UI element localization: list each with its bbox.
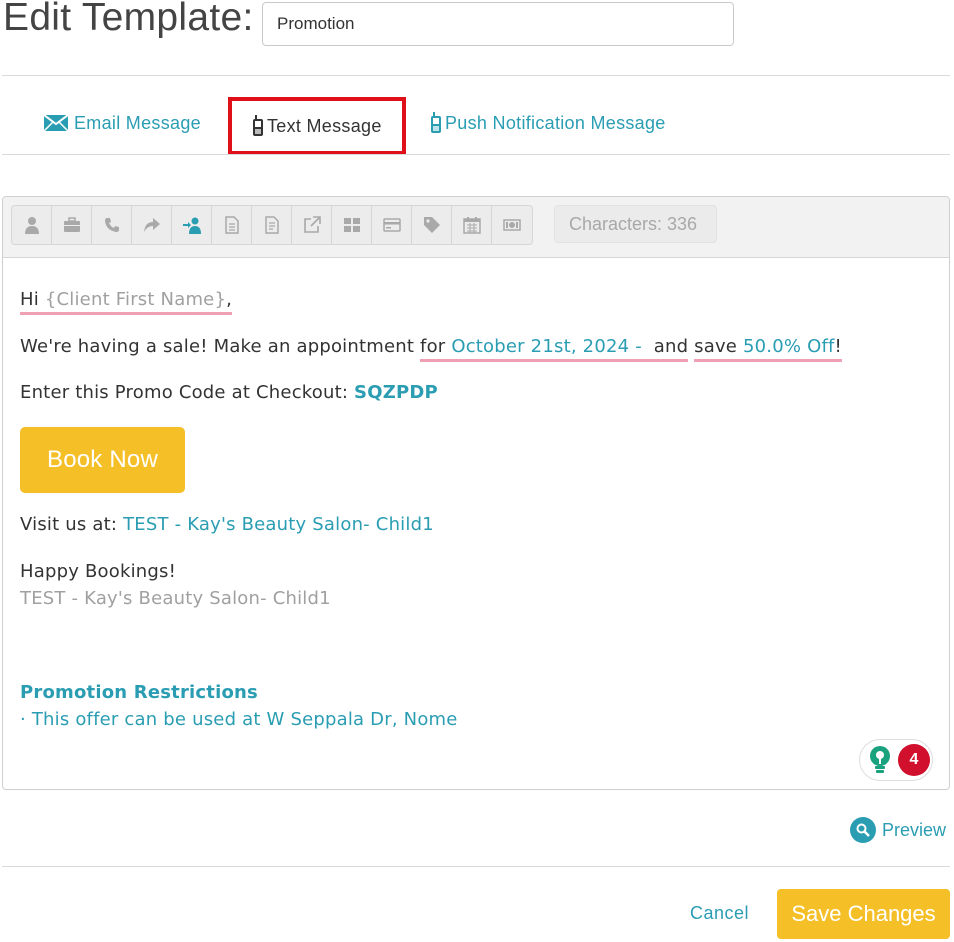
signature: TEST - Kay's Beauty Salon- Child1	[20, 588, 331, 609]
tab-email-message[interactable]: Email Message	[44, 103, 201, 143]
greeting-line: Hi {Client First Name},	[20, 289, 233, 315]
calendar-icon[interactable]	[452, 206, 492, 244]
character-count: Characters: 336	[554, 205, 717, 243]
save-changes-button[interactable]: Save Changes	[777, 889, 950, 939]
page-header: Edit Template:	[0, 0, 954, 60]
sale-text: We're having a sale! Make an appointment	[20, 336, 415, 357]
save-word: save	[694, 336, 738, 357]
tab-label: Text Message	[267, 115, 382, 136]
restriction-item: · This offer can be used at W Seppala Dr…	[20, 709, 458, 730]
and-word: and	[653, 336, 689, 357]
exclaim: !	[834, 336, 842, 357]
greeting-hi: Hi	[20, 289, 39, 310]
preview-label: Preview	[882, 819, 947, 840]
grid-icon[interactable]	[332, 206, 372, 244]
editor-toolbar: Characters: 336	[3, 197, 949, 258]
salon-link[interactable]: TEST - Kay's Beauty Salon- Child1	[123, 514, 434, 535]
greeting-comma: ,	[226, 289, 233, 310]
lightbulb-icon	[870, 746, 890, 773]
briefcase-icon[interactable]	[52, 206, 92, 244]
for-word: for	[420, 336, 446, 357]
page-title: Edit Template:	[3, 0, 254, 39]
restrictions-title: Promotion Restrictions	[20, 682, 258, 703]
tag-icon[interactable]	[412, 206, 452, 244]
user-icon[interactable]	[12, 206, 52, 244]
mobile-phone-icon	[252, 115, 264, 137]
visit-line: Visit us at: TEST - Kay's Beauty Salon- …	[20, 514, 434, 535]
preview-link[interactable]: Preview	[850, 817, 946, 843]
book-now-button[interactable]: Book Now	[20, 427, 185, 493]
promo-code: SQZPDP	[354, 382, 438, 403]
tab-push-notification-message[interactable]: Push Notification Message	[430, 103, 666, 143]
mobile-phone-icon	[430, 112, 442, 134]
document-icon[interactable]	[212, 206, 252, 244]
envelope-icon	[44, 115, 68, 131]
tab-text-message[interactable]: Text Message	[228, 97, 406, 155]
appointment-date: October 21st, 2024 -	[451, 336, 642, 357]
grammar-assistant-badge[interactable]: 4	[859, 739, 933, 781]
visit-label: Visit us at:	[20, 514, 118, 535]
promo-label: Enter this Promo Code at Checkout:	[20, 382, 349, 403]
happy-bookings: Happy Bookings!	[20, 561, 177, 582]
document-text-icon[interactable]	[252, 206, 292, 244]
sign-in-user-icon[interactable]	[172, 206, 212, 244]
cancel-button[interactable]: Cancel	[690, 903, 749, 924]
sale-line: We're having a sale! Make an appointment…	[20, 336, 842, 362]
tab-label: Push Notification Message	[445, 112, 666, 133]
discount-value: 50.0% Off	[743, 336, 835, 357]
message-type-tabs: Email Message Text Message Push Notifica…	[0, 95, 954, 155]
message-editor: Characters: 336 Hi {Client First Name}, …	[2, 196, 950, 790]
divider	[2, 75, 950, 76]
share-arrow-icon[interactable]	[132, 206, 172, 244]
template-name-input[interactable]	[262, 2, 734, 46]
external-link-icon[interactable]	[292, 206, 332, 244]
divider	[2, 866, 950, 867]
placeholder-tool-group	[11, 205, 533, 245]
issue-count: 4	[898, 744, 930, 776]
promo-line: Enter this Promo Code at Checkout: SQZPD…	[20, 382, 438, 403]
search-icon	[850, 817, 876, 843]
money-icon[interactable]	[492, 206, 532, 244]
credit-card-icon[interactable]	[372, 206, 412, 244]
phone-icon[interactable]	[92, 206, 132, 244]
divider	[2, 154, 950, 155]
tab-label: Email Message	[74, 112, 201, 133]
client-first-name-placeholder: {Client First Name}	[44, 289, 227, 310]
